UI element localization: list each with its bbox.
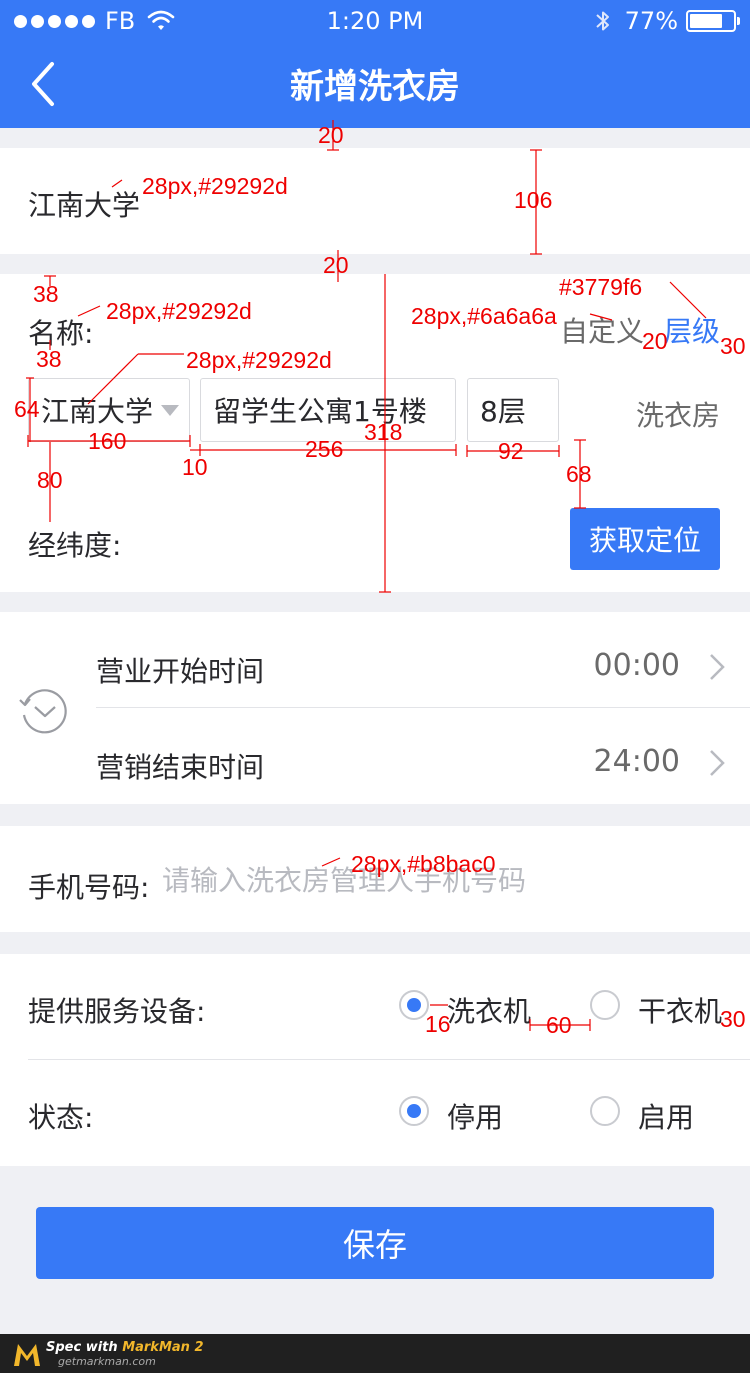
device-row: 提供服务设备: 洗衣机 干衣机 [0, 954, 750, 1060]
start-time-value: 00:00 [593, 648, 680, 683]
geo-label: 经纬度: [28, 529, 122, 562]
spec-annotation: 256 [305, 436, 344, 462]
spec-annotation: 28px,#29292d [186, 347, 332, 373]
dryer-radio[interactable] [590, 990, 620, 1020]
start-time-row[interactable]: 营业开始时间 00:00 [96, 612, 750, 708]
page-title: 新增洗衣房 [290, 67, 460, 107]
enabled-label[interactable]: 启用 [638, 1096, 694, 1136]
status-right: 77% [595, 7, 740, 35]
spec-annotation: 30 [720, 333, 746, 359]
spec-annotation: 30 [720, 1006, 746, 1032]
spec-annotation: 20 [323, 252, 349, 278]
spec-annotation: 10 [182, 454, 208, 480]
spec-annotation: 92 [498, 438, 524, 464]
markman-site: getmarkman.com [58, 1355, 156, 1368]
spec-annotation: 38 [36, 346, 62, 372]
clock-icon [19, 689, 67, 734]
end-time-value: 24:00 [593, 744, 680, 779]
status-label: 状态: [28, 1101, 94, 1134]
markman-brand: Spec with MarkMan 2 [46, 1340, 204, 1355]
enabled-radio[interactable] [590, 1096, 620, 1126]
start-time-label: 营业开始时间 [96, 655, 265, 688]
status-bar: FB 1:20 PM 77% [0, 0, 750, 42]
custom-tab[interactable]: 自定义 [560, 310, 644, 350]
spec-annotation: 16 [425, 1011, 451, 1037]
spec-annotation: 64 [14, 396, 40, 422]
school-card[interactable]: 江南大学 [0, 148, 750, 254]
save-button[interactable]: 保存 [36, 1207, 714, 1279]
disabled-label[interactable]: 停用 [447, 1096, 503, 1136]
spec-annotation: 28px,#b8bac0 [351, 851, 496, 877]
spec-annotation: 68 [566, 461, 592, 487]
building-field[interactable]: 留学生公寓1号楼 [200, 378, 456, 442]
washer-label[interactable]: 洗衣机 [447, 990, 531, 1030]
battery-icon [686, 10, 740, 32]
chevron-right-icon [710, 750, 725, 776]
battery-percent: 77% [624, 7, 678, 35]
hours-section: 营业开始时间 00:00 营销结束时间 24:00 [0, 612, 750, 804]
disabled-radio[interactable] [399, 1096, 429, 1126]
device-section: 提供服务设备: 洗衣机 干衣机 状态: 停用 启用 [0, 954, 750, 1166]
nav-bar: 新增洗衣房 [0, 42, 750, 128]
spec-annotation: 20 [318, 122, 344, 148]
phone-label: 手机号码: [28, 871, 150, 904]
phone-section: 手机号码: [0, 826, 750, 932]
end-time-row[interactable]: 营销结束时间 24:00 [96, 708, 750, 804]
spec-annotation: 80 [37, 467, 63, 493]
spec-annotation: #3779f6 [559, 274, 643, 300]
end-time-label: 营销结束时间 [96, 751, 265, 784]
spec-annotation: 318 [364, 419, 403, 445]
spec-annotation: 28px,#6a6a6a [411, 303, 557, 329]
status-row: 状态: 停用 启用 [0, 1060, 750, 1166]
spec-annotation: 106 [514, 187, 553, 213]
school-name: 江南大学 [28, 189, 141, 222]
battery-fill [690, 14, 723, 28]
floor-field[interactable]: 8层 [467, 378, 559, 442]
spec-annotation: 160 [88, 428, 127, 454]
name-suffix: 洗衣房 [635, 399, 720, 432]
chevron-right-icon [710, 654, 725, 680]
floor-value: 8层 [480, 395, 526, 428]
get-location-button[interactable]: 获取定位 [570, 508, 720, 570]
spec-annotation: 28px,#29292d [142, 173, 288, 199]
caret-down-icon [161, 405, 179, 416]
device-label: 提供服务设备: [28, 995, 206, 1028]
dryer-label[interactable]: 干衣机 [638, 990, 722, 1030]
name-mode-tabs: 自定义 层级 [560, 310, 720, 350]
spec-annotation: 60 [546, 1012, 572, 1038]
spec-annotation: 20 [642, 328, 668, 354]
spec-annotation: 28px,#29292d [106, 298, 252, 324]
level-tab[interactable]: 层级 [664, 310, 720, 350]
markman-logo-icon [14, 1344, 40, 1366]
bluetooth-icon [595, 11, 609, 31]
spec-annotation: 38 [33, 281, 59, 307]
markman-footer: Spec with MarkMan 2 getmarkman.com [0, 1334, 750, 1373]
school-select-value: 江南大学 [41, 395, 154, 428]
